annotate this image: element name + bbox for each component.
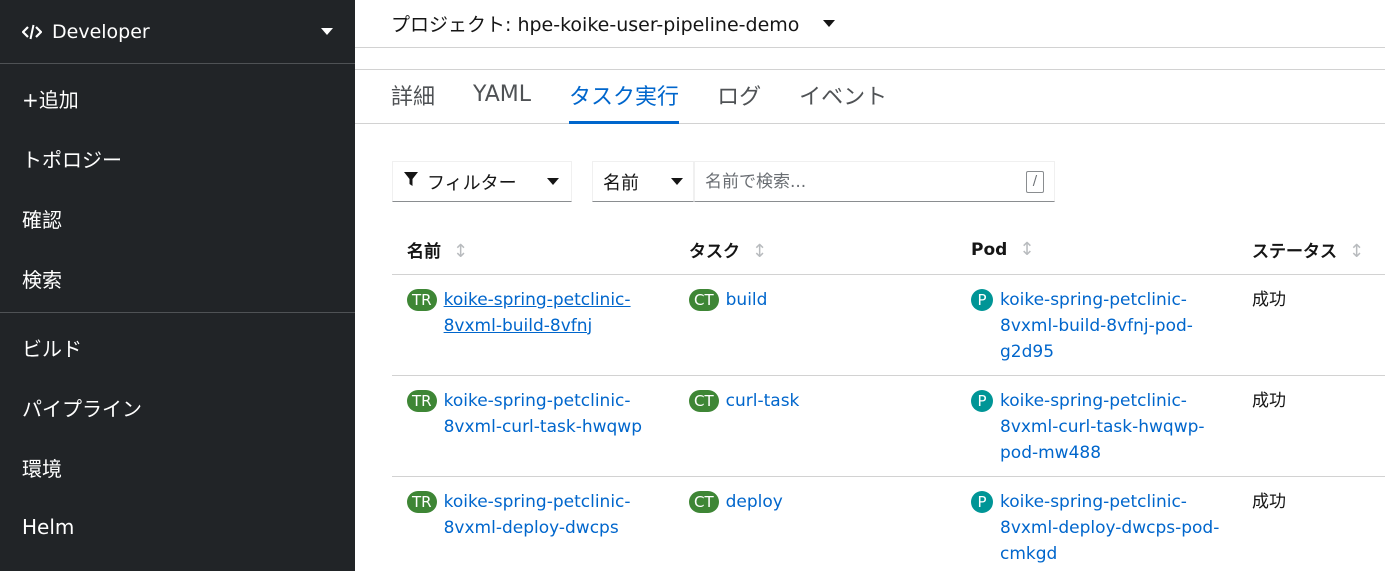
nav-item-observe[interactable]: 確認 <box>0 188 355 248</box>
column-header-task[interactable]: タスク ↕ <box>674 226 956 275</box>
taskrun-link[interactable]: koike-spring-petclinic- 8vxml-build-8vfnj <box>444 287 631 339</box>
tab-events[interactable]: イベント <box>799 70 887 123</box>
filter-label: フィルター <box>427 172 517 194</box>
caret-down-icon <box>823 20 836 27</box>
caret-down-icon <box>321 28 333 35</box>
pod-link[interactable]: koike-spring-petclinic- 8vxml-deploy-dwcp… <box>1000 489 1219 567</box>
filter-toolbar: フィルター 名前 / <box>392 161 1055 202</box>
code-icon <box>22 24 42 40</box>
taskrun-link[interactable]: koike-spring-petclinic- 8vxml-curl-task-h… <box>444 388 642 440</box>
column-header-status[interactable]: ステータス ↕ <box>1237 226 1385 275</box>
tab-logs[interactable]: ログ <box>717 70 761 123</box>
sort-icon: ↕ <box>1349 241 1365 263</box>
taskrun-badge: TR <box>407 288 437 311</box>
nav-item-topology[interactable]: トポロジー <box>0 128 355 188</box>
pod-badge: P <box>971 389 993 412</box>
nav-item-search[interactable]: 検索 <box>0 248 355 308</box>
nav-item-helm[interactable]: Helm <box>0 497 355 557</box>
clustertask-badge: CT <box>689 490 719 513</box>
caret-down-icon <box>547 178 559 185</box>
project-label: プロジェクト: hpe-koike-user-pipeline-demo <box>391 14 800 36</box>
tab-bar: 詳細 YAML タスク実行 ログ イベント <box>355 70 1385 124</box>
nav-item-builds[interactable]: ビルド <box>0 317 355 377</box>
status-text: 成功 <box>1252 289 1286 310</box>
pod-link[interactable]: koike-spring-petclinic- 8vxml-curl-task-h… <box>1000 388 1205 466</box>
perspective-label: Developer <box>52 20 150 43</box>
main-content: プロジェクト: hpe-koike-user-pipeline-demo 詳細 … <box>355 0 1385 571</box>
filter-icon <box>403 171 419 192</box>
task-link[interactable]: curl-task <box>726 388 800 414</box>
status-text: 成功 <box>1252 491 1286 512</box>
nav-group-primary: +追加 トポロジー 確認 検索 <box>0 64 355 313</box>
column-header-pod[interactable]: Pod ↕ <box>956 226 1237 275</box>
divider <box>355 48 1385 70</box>
table-row: TR koike-spring-petclinic- 8vxml-build-8v… <box>392 274 1385 376</box>
perspective-switcher[interactable]: Developer <box>0 0 355 64</box>
table-row: TR koike-spring-petclinic- 8vxml-curl-tas… <box>392 375 1385 477</box>
caret-down-icon <box>671 178 683 185</box>
taskrun-link[interactable]: koike-spring-petclinic- 8vxml-deploy-dwcp… <box>444 489 631 541</box>
search-box: / <box>694 161 1055 202</box>
name-type-select[interactable]: 名前 <box>592 161 694 202</box>
clustertask-badge: CT <box>689 288 719 311</box>
project-selector[interactable]: プロジェクト: hpe-koike-user-pipeline-demo <box>355 0 1385 48</box>
taskrun-badge: TR <box>407 389 437 412</box>
sidebar: Developer +追加 トポロジー 確認 検索 ビルド パイプライン 環境 … <box>0 0 355 571</box>
sort-icon: ↕ <box>1019 239 1035 261</box>
tab-details[interactable]: 詳細 <box>391 70 435 123</box>
pod-badge: P <box>971 490 993 513</box>
status-text: 成功 <box>1252 390 1286 411</box>
nav-item-pipelines[interactable]: パイプライン <box>0 377 355 437</box>
table-header-row: 名前 ↕ タスク ↕ Pod ↕ ステータス ↕ <box>392 226 1385 275</box>
nav-item-environments[interactable]: 環境 <box>0 437 355 497</box>
taskrun-badge: TR <box>407 490 437 513</box>
sort-icon: ↕ <box>453 241 469 263</box>
filter-dropdown[interactable]: フィルター <box>392 161 572 202</box>
table-row: TR koike-spring-petclinic- 8vxml-deploy-d… <box>392 476 1385 571</box>
clustertask-badge: CT <box>689 389 719 412</box>
search-input[interactable] <box>705 171 1026 192</box>
keyboard-shortcut-hint: / <box>1026 170 1044 193</box>
task-runs-table: 名前 ↕ タスク ↕ Pod ↕ ステータス ↕ TR koike-spring-pet… <box>392 226 1385 571</box>
column-header-name[interactable]: 名前 ↕ <box>392 226 674 275</box>
pod-link[interactable]: koike-spring-petclinic- 8vxml-build-8vfnj… <box>1000 287 1193 365</box>
task-link[interactable]: deploy <box>726 489 783 515</box>
nav-item-add[interactable]: +追加 <box>0 68 355 128</box>
nav-group-secondary: ビルド パイプライン 環境 Helm <box>0 313 355 557</box>
tab-task-runs[interactable]: タスク実行 <box>569 70 680 124</box>
task-link[interactable]: build <box>726 287 768 313</box>
pod-badge: P <box>971 288 993 311</box>
tab-yaml[interactable]: YAML <box>473 70 531 123</box>
sort-icon: ↕ <box>752 241 768 263</box>
name-select-label: 名前 <box>603 172 639 194</box>
